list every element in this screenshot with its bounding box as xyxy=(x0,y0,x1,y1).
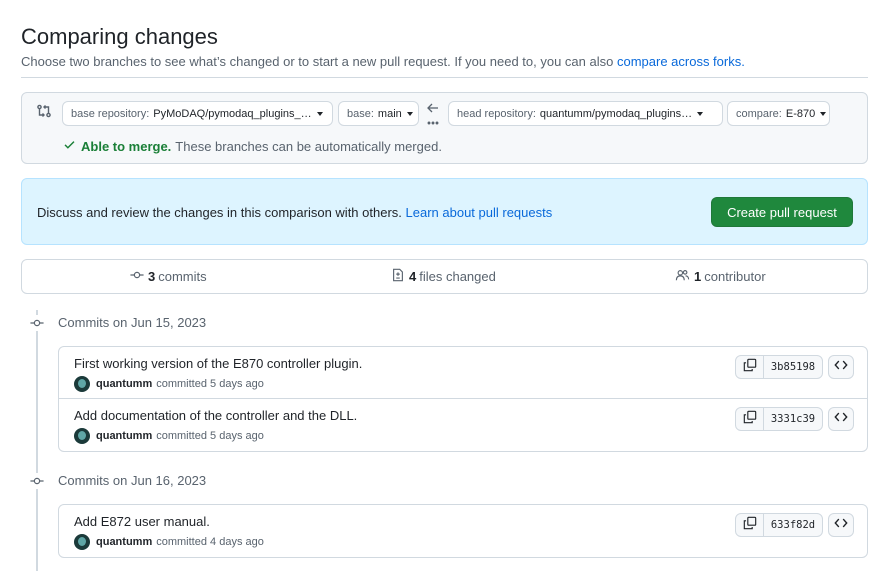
commit-author-link[interactable]: quantumm xyxy=(96,430,152,442)
commits-label: commits xyxy=(158,269,207,284)
commit-title-link[interactable]: First working version of the E870 contro… xyxy=(74,356,362,371)
compare-summary: 3 commits 4 files changed 1 contributor xyxy=(21,259,868,294)
page-subtitle: Choose two branches to see what’s change… xyxy=(21,54,745,69)
sha-group: 3331c39 xyxy=(735,407,823,431)
commit-group-heading: Commits on Jun 15, 2023 xyxy=(58,315,207,330)
files-count: 4 xyxy=(409,269,417,284)
commit-icon xyxy=(130,268,144,285)
file-diff-icon xyxy=(391,268,405,285)
copy-sha-button[interactable] xyxy=(736,356,764,378)
divider xyxy=(21,77,868,78)
create-pull-request-button[interactable]: Create pull request xyxy=(711,197,853,227)
files-changed-tab[interactable]: 4 files changed xyxy=(391,260,496,293)
people-icon xyxy=(675,268,690,285)
commit-author-link[interactable]: quantumm xyxy=(96,536,152,548)
head-repository-value: quantumm/pymodaq_plugins… xyxy=(539,107,693,120)
commit-title-link[interactable]: Add E872 user manual. xyxy=(74,514,210,529)
avatar[interactable] xyxy=(74,534,90,550)
commit-sha-link[interactable]: 3b85198 xyxy=(764,356,822,378)
code-icon xyxy=(834,410,848,429)
caret-down-icon xyxy=(697,111,704,116)
avatar[interactable] xyxy=(74,376,90,392)
caret-down-icon xyxy=(406,111,413,116)
commit-action: committed xyxy=(156,378,207,390)
copy-icon xyxy=(743,358,757,377)
copy-sha-button[interactable] xyxy=(736,408,764,430)
merge-status: Able to merge. These branches can be aut… xyxy=(63,138,442,154)
commit-sha-link[interactable]: 3331c39 xyxy=(764,408,822,430)
subtitle-text: Choose two branches to see what’s change… xyxy=(21,54,617,69)
copy-icon xyxy=(743,516,757,535)
merge-status-detail: These branches can be automatically merg… xyxy=(175,138,442,154)
base-repository-select[interactable]: base repository: PyMoDAQ/pymodaq_plugins_… xyxy=(62,101,333,126)
git-compare-icon xyxy=(36,103,52,124)
caret-down-icon xyxy=(316,111,323,116)
copy-icon xyxy=(743,410,757,429)
compare-flash: Discuss and review the changes in this c… xyxy=(21,178,868,245)
page-title: Comparing changes xyxy=(21,24,218,49)
commit-list: Add E872 user manual. quantumm committed… xyxy=(58,504,868,558)
code-icon xyxy=(834,358,848,377)
commit-time: 5 days ago xyxy=(210,378,264,390)
commit-time: 4 days ago xyxy=(210,536,264,548)
avatar[interactable] xyxy=(74,428,90,444)
commits-tab[interactable]: 3 commits xyxy=(130,260,207,293)
contributors-tab[interactable]: 1 contributor xyxy=(675,260,766,293)
commit-group-heading: Commits on Jun 16, 2023 xyxy=(58,473,207,488)
browse-repository-button[interactable] xyxy=(828,355,854,379)
compare-branch-select[interactable]: compare: E-870 xyxy=(727,101,830,126)
base-repository-label: base repository: xyxy=(71,107,150,120)
compare-branch-label: compare: xyxy=(736,107,782,120)
flash-text: Discuss and review the changes in this c… xyxy=(37,205,406,220)
learn-about-pull-requests-link[interactable]: Learn about pull requests xyxy=(406,205,553,220)
contributors-count: 1 xyxy=(694,269,702,284)
browse-repository-button[interactable] xyxy=(828,407,854,431)
commit-time: 5 days ago xyxy=(210,430,264,442)
merge-status-label: Able to merge. xyxy=(81,138,172,154)
range-editor: base repository: PyMoDAQ/pymodaq_plugins_… xyxy=(21,92,868,164)
head-repository-select[interactable]: head repository: quantumm/pymodaq_plugins… xyxy=(448,101,723,126)
copy-sha-button[interactable] xyxy=(736,514,764,536)
commit-sha-link[interactable]: 633f82d xyxy=(764,514,822,536)
base-branch-value: main xyxy=(377,107,402,120)
contributors-label: contributor xyxy=(704,269,766,284)
arrow-left-icon xyxy=(425,102,441,131)
code-icon xyxy=(834,516,848,535)
head-repository-label: head repository: xyxy=(457,107,536,120)
commit-meta: quantumm committed 4 days ago xyxy=(74,534,264,550)
commit-author-link[interactable]: quantumm xyxy=(96,378,152,390)
base-branch-label: base: xyxy=(347,107,374,120)
compare-across-forks-link[interactable]: compare across forks. xyxy=(617,54,745,69)
base-repository-value: PyMoDAQ/pymodaq_plugins_… xyxy=(153,107,312,120)
commit-title-link[interactable]: Add documentation of the controller and … xyxy=(74,408,357,423)
files-label: files changed xyxy=(419,269,496,284)
sha-group: 633f82d xyxy=(735,513,823,537)
timeline-line xyxy=(36,310,38,571)
commit-list: First working version of the E870 contro… xyxy=(58,346,868,452)
commit-meta: quantumm committed 5 days ago xyxy=(74,376,264,392)
commit-row: Add documentation of the controller and … xyxy=(59,399,867,451)
commits-count: 3 xyxy=(148,269,156,284)
commit-action: committed xyxy=(156,430,207,442)
flash-message: Discuss and review the changes in this c… xyxy=(37,205,552,220)
commit-meta: quantumm committed 5 days ago xyxy=(74,428,264,444)
caret-down-icon xyxy=(820,111,827,116)
commit-row: Add E872 user manual. quantumm committed… xyxy=(59,505,867,557)
check-icon xyxy=(63,138,81,154)
git-commit-icon xyxy=(29,315,45,331)
git-commit-icon xyxy=(29,473,45,489)
browse-repository-button[interactable] xyxy=(828,513,854,537)
sha-group: 3b85198 xyxy=(735,355,823,379)
commit-action: committed xyxy=(156,536,207,548)
commit-row: First working version of the E870 contro… xyxy=(59,347,867,399)
compare-branch-value: E-870 xyxy=(785,107,816,120)
base-branch-select[interactable]: base: main xyxy=(338,101,419,126)
